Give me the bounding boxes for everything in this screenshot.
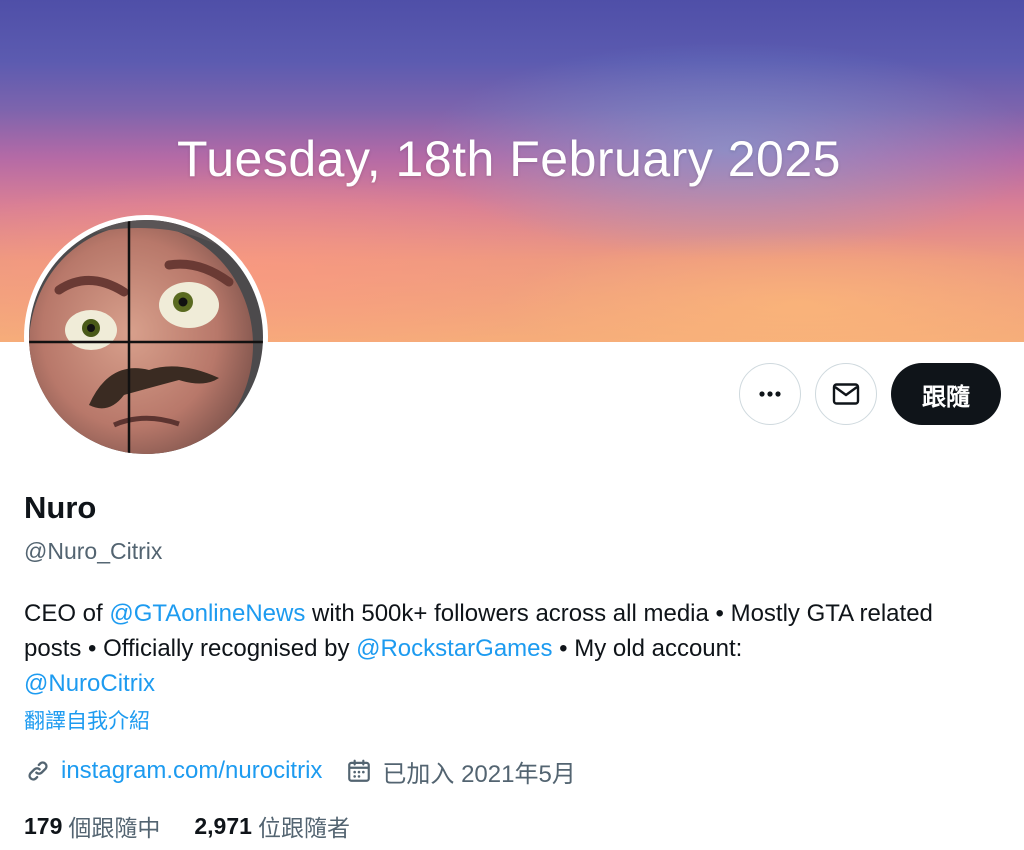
- followers-label: 位跟隨者: [257, 815, 350, 841]
- following-stat[interactable]: 179 個跟隨中: [24, 809, 160, 843]
- profile-bio: CEO of @GTAonlineNews with 500k+ followe…: [24, 596, 984, 701]
- follow-stats: 179 個跟隨中 2,971 位跟隨者: [24, 809, 350, 843]
- translate-bio-link[interactable]: 翻譯自我介紹: [24, 705, 150, 735]
- avatar[interactable]: [24, 215, 268, 459]
- avatar-image: [29, 220, 263, 454]
- link-icon: [24, 757, 52, 785]
- following-count: 179: [24, 812, 63, 839]
- mention-link[interactable]: @NuroCitrix: [24, 670, 155, 697]
- calendar-icon: [346, 758, 372, 784]
- banner-date-text: Tuesday, 18th February 2025: [177, 131, 841, 187]
- message-button[interactable]: [815, 363, 877, 425]
- envelope-icon: [832, 383, 860, 405]
- mention-link[interactable]: @RockstarGames: [356, 635, 552, 662]
- website-link[interactable]: instagram.com/nurocitrix: [61, 757, 322, 785]
- follow-button[interactable]: 跟隨: [891, 363, 1001, 425]
- more-dots-icon: [759, 391, 781, 397]
- bio-text: CEO of: [24, 600, 110, 627]
- join-date: 已加入 2021年5月: [382, 760, 576, 788]
- username-handle: @Nuro_Citrix: [24, 538, 163, 564]
- mention-link[interactable]: @GTAonlineNews: [109, 600, 305, 627]
- display-name: Nuro: [24, 490, 97, 525]
- profile-meta: instagram.com/nurocitrix 已加入 2021年5月: [24, 755, 576, 788]
- following-label: 個跟隨中: [68, 815, 161, 841]
- followers-stat[interactable]: 2,971 位跟隨者: [194, 809, 350, 843]
- followers-count: 2,971: [194, 812, 252, 839]
- bio-text: • My old account:: [552, 635, 743, 662]
- more-options-button[interactable]: [739, 363, 801, 425]
